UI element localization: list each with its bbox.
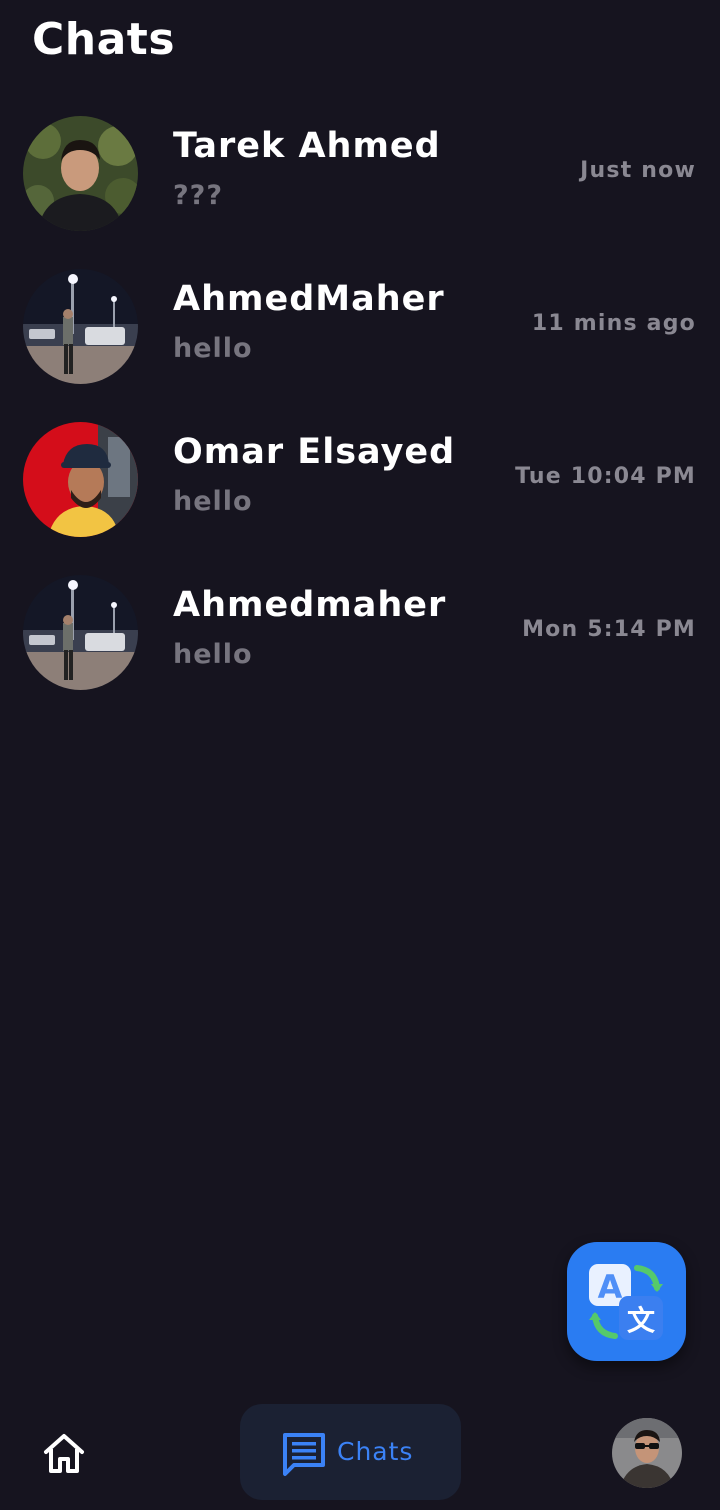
chat-name: Omar Elsayed bbox=[173, 432, 456, 472]
avatar[interactable] bbox=[23, 422, 138, 537]
avatar[interactable] bbox=[23, 575, 138, 690]
translate-icon: A 文 bbox=[589, 1264, 663, 1340]
svg-text:文: 文 bbox=[627, 1304, 655, 1337]
chat-timestamp: Just now bbox=[580, 158, 696, 183]
chat-last-message: ??? bbox=[173, 180, 223, 211]
nav-home[interactable] bbox=[40, 1430, 88, 1478]
page-title: Chats bbox=[32, 14, 176, 65]
chat-message-icon bbox=[280, 1430, 328, 1478]
chat-list: Tarek Ahmed ??? Just now AhmedMaher hell… bbox=[0, 96, 720, 708]
chat-name: Ahmedmaher bbox=[173, 585, 447, 625]
chat-row[interactable]: Omar Elsayed hello Tue 10:04 PM bbox=[0, 402, 720, 555]
chat-timestamp: Tue 10:04 PM bbox=[515, 464, 696, 489]
chat-timestamp: Mon 5:14 PM bbox=[522, 617, 696, 642]
chat-row[interactable]: AhmedMaher hello 11 mins ago bbox=[0, 249, 720, 402]
nav-chats-label: Chats bbox=[337, 1437, 414, 1466]
translate-button[interactable]: A 文 bbox=[567, 1242, 686, 1361]
profile-avatar[interactable] bbox=[612, 1418, 682, 1488]
avatar[interactable] bbox=[23, 269, 138, 384]
chats-screen: Chats Tarek Ahmed ??? Just now AhmedMahe… bbox=[0, 0, 720, 1510]
chat-row[interactable]: Tarek Ahmed ??? Just now bbox=[0, 96, 720, 249]
home-icon bbox=[44, 1434, 84, 1473]
bottom-navigation: Chats bbox=[0, 1400, 720, 1510]
chat-row[interactable]: Ahmedmaher hello Mon 5:14 PM bbox=[0, 555, 720, 708]
chat-last-message: hello bbox=[173, 333, 253, 364]
chat-name: AhmedMaher bbox=[173, 279, 445, 319]
chat-last-message: hello bbox=[173, 639, 253, 670]
svg-text:A: A bbox=[598, 1268, 623, 1306]
avatar[interactable] bbox=[23, 116, 138, 231]
chat-timestamp: 11 mins ago bbox=[531, 311, 696, 336]
nav-chats[interactable]: Chats bbox=[240, 1404, 461, 1500]
chat-name: Tarek Ahmed bbox=[173, 126, 441, 166]
chat-last-message: hello bbox=[173, 486, 253, 517]
